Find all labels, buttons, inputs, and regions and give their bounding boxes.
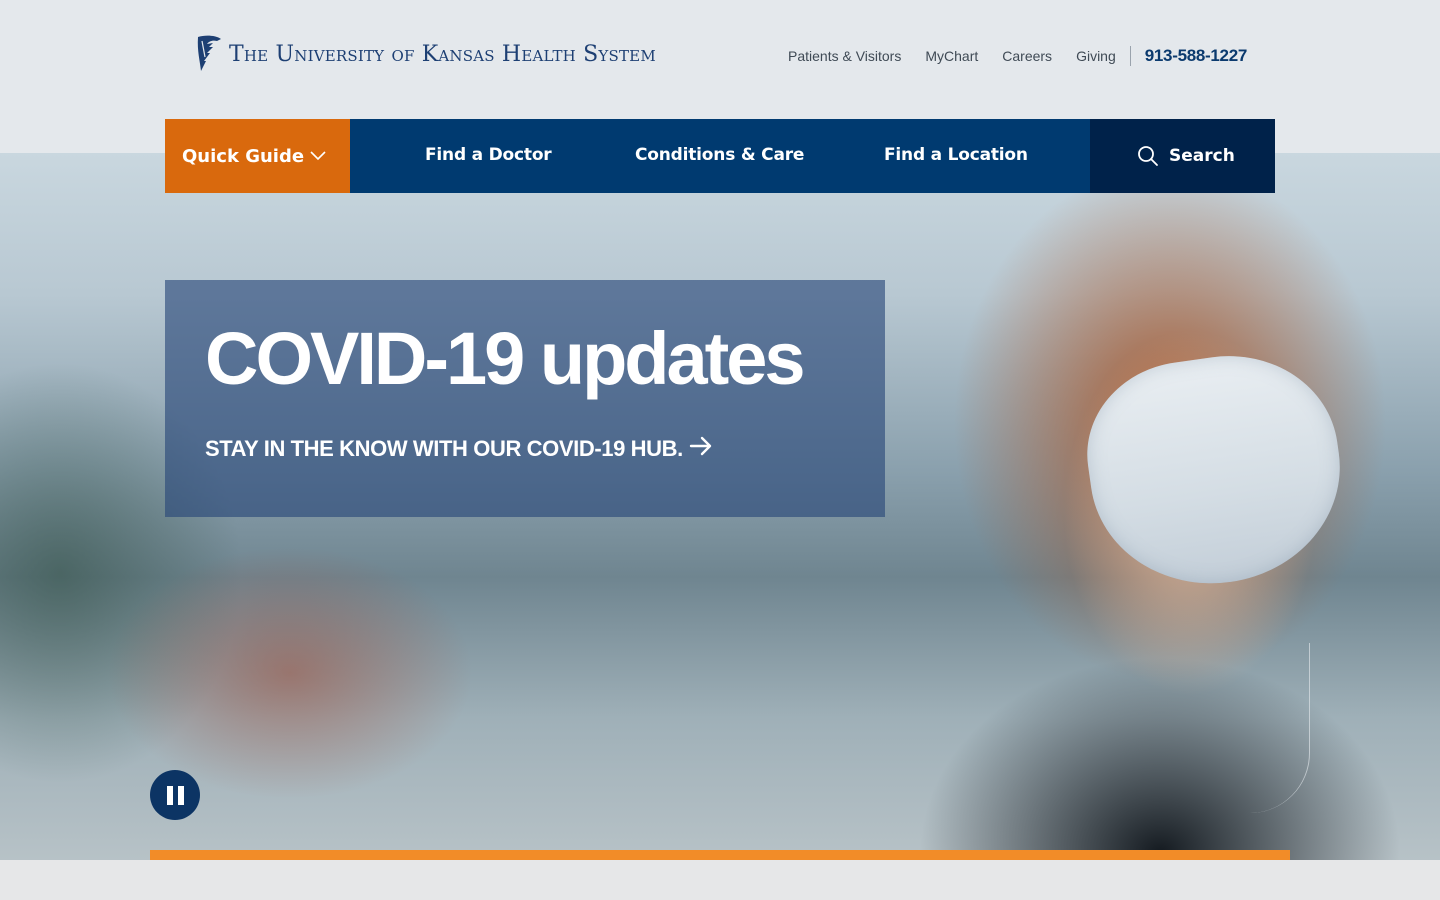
covid-hub-link[interactable]: STAY IN THE KNOW WITH OUR COVID-19 HUB. — [205, 436, 713, 462]
hero-card: COVID-19 updates STAY IN THE KNOW WITH O… — [165, 280, 885, 517]
arrow-right-icon — [689, 436, 713, 462]
nav-find-a-location[interactable]: Find a Location — [884, 145, 1028, 165]
carousel-pause-button[interactable] — [150, 770, 200, 820]
search-button[interactable]: Search — [1090, 119, 1275, 193]
search-icon — [1138, 146, 1158, 166]
pause-icon-bar — [177, 785, 184, 805]
nav-find-a-doctor[interactable]: Find a Doctor — [425, 145, 552, 165]
search-label: Search — [1169, 146, 1235, 166]
hero-image-necklace — [1190, 643, 1310, 813]
accent-strip — [150, 850, 1290, 860]
util-link-patients-visitors[interactable]: Patients & Visitors — [788, 48, 901, 64]
jayhawk-logo-icon — [197, 35, 221, 71]
primary-links: Find a Doctor Conditions & Care Find a L… — [350, 119, 1090, 193]
utility-divider — [1129, 46, 1131, 66]
hero-image-face-mask — [1075, 341, 1355, 600]
utility-nav: Patients & Visitors MyChart Careers Givi… — [776, 46, 1247, 66]
quick-guide-button[interactable]: Quick Guide — [165, 119, 350, 193]
phone-number-link[interactable]: 913-588-1227 — [1145, 46, 1248, 66]
quick-guide-label: Quick Guide — [182, 145, 305, 167]
nav-conditions-care[interactable]: Conditions & Care — [635, 145, 804, 165]
hero-banner: COVID-19 updates STAY IN THE KNOW WITH O… — [0, 153, 1440, 860]
util-link-careers[interactable]: Careers — [1002, 48, 1052, 64]
util-link-giving[interactable]: Giving — [1076, 48, 1116, 64]
util-link-mychart[interactable]: MyChart — [925, 48, 978, 64]
main-nav: Quick Guide Find a Doctor Conditions & C… — [165, 119, 1275, 193]
logo-wordmark: The University of Kansas Health System — [229, 41, 656, 67]
chevron-down-icon — [310, 151, 326, 161]
hero-title: COVID-19 updates — [205, 317, 806, 400]
site-logo[interactable]: The University of Kansas Health System — [195, 35, 656, 73]
page-content-start — [0, 860, 1440, 900]
pause-icon — [166, 785, 173, 805]
covid-hub-link-label: STAY IN THE KNOW WITH OUR COVID-19 HUB. — [205, 436, 683, 461]
